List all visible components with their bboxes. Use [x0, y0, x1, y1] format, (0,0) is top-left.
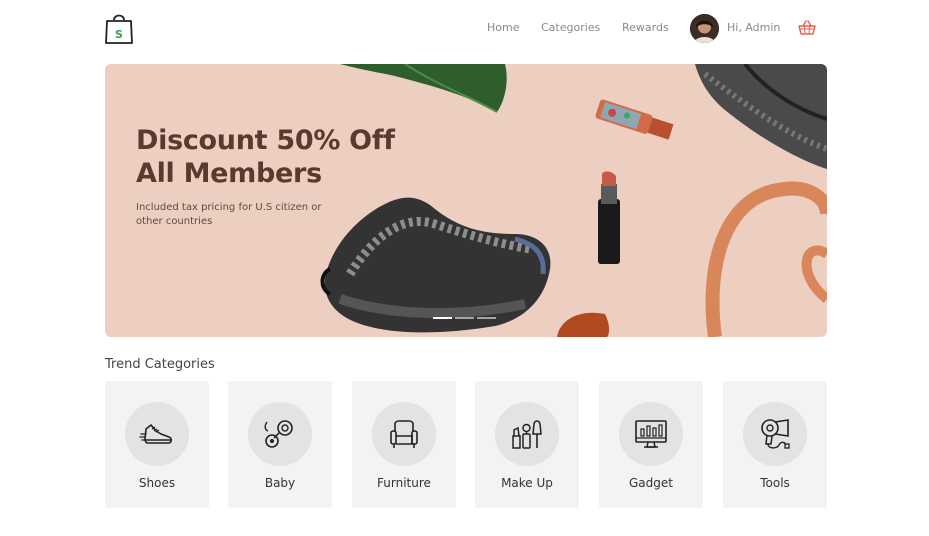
category-icon-circle [619, 402, 683, 466]
trend-categories-title: Trend Categories [105, 357, 215, 372]
monitor-icon [635, 420, 667, 448]
category-icon-circle [372, 402, 436, 466]
shoe-icon [139, 424, 173, 444]
category-icon-circle [125, 402, 189, 466]
user-avatar[interactable] [690, 14, 719, 43]
logo[interactable]: S [105, 11, 133, 45]
category-icon-circle [495, 402, 559, 466]
category-icon-circle [743, 402, 807, 466]
pacifier-icon [264, 420, 293, 448]
hairdryer-icon [761, 419, 790, 449]
nav-categories[interactable]: Categories [541, 21, 600, 34]
hero-banner[interactable]: Discount 50% Off All Members Included ta… [105, 64, 827, 337]
nav-rewards[interactable]: Rewards [622, 21, 669, 34]
carousel-indicators [433, 317, 496, 319]
basket-icon[interactable] [798, 19, 816, 37]
category-label: Tools [760, 476, 790, 490]
category-list: Shoes Baby Furniture Make Up Gadget Tool… [105, 381, 827, 508]
hero-subtitle: Included tax pricing for U.S citizen or … [136, 202, 322, 227]
nav-home[interactable]: Home [487, 21, 519, 34]
hero-title-line-2: All Members [136, 158, 322, 189]
makeup-icon [512, 420, 542, 449]
user-greeting[interactable]: Hi, Admin [727, 21, 780, 34]
hero-title: Discount 50% Off All Members [136, 124, 395, 190]
carousel-dot-1[interactable] [433, 317, 452, 319]
category-label: Baby [264, 476, 296, 490]
category-card-shoes[interactable]: Shoes [105, 381, 209, 508]
carousel-dot-3[interactable] [477, 317, 496, 319]
category-card-tools[interactable]: Tools [723, 381, 827, 508]
category-label: Make Up [501, 476, 553, 490]
armchair-icon [390, 420, 418, 448]
category-label: Shoes [138, 476, 176, 490]
category-icon-circle [248, 402, 312, 466]
category-card-furniture[interactable]: Furniture [352, 381, 456, 508]
category-label: Gadget [629, 476, 673, 490]
hero-title-line-1: Discount 50% Off [136, 125, 395, 156]
carousel-dot-2[interactable] [455, 317, 474, 319]
category-card-baby[interactable]: Baby [228, 381, 332, 508]
category-label: Furniture [377, 476, 431, 490]
category-card-makeup[interactable]: Make Up [475, 381, 579, 508]
category-card-gadget[interactable]: Gadget [599, 381, 703, 508]
logo-letter: S [115, 28, 123, 41]
